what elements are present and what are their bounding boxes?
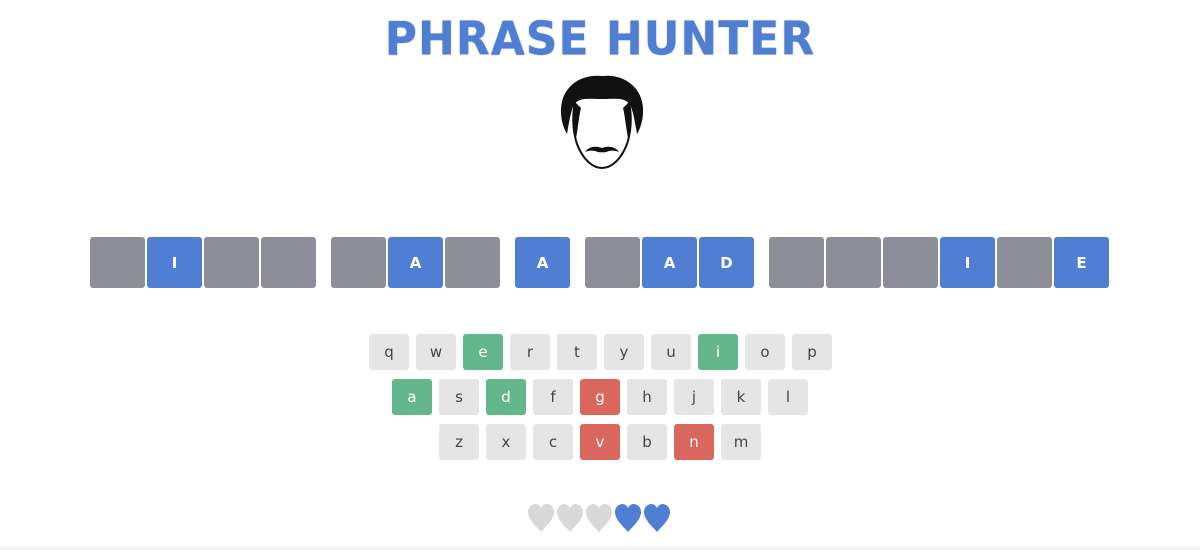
key-q[interactable]: q xyxy=(369,334,409,370)
heart-lost-icon xyxy=(527,503,555,533)
phrase-letter-tile xyxy=(204,237,259,288)
phrase-letter-tile: A xyxy=(388,237,443,288)
key-o[interactable]: o xyxy=(745,334,785,370)
key-y[interactable]: y xyxy=(604,334,644,370)
phrase-letter-tile: A xyxy=(642,237,697,288)
key-k[interactable]: k xyxy=(721,379,761,415)
keyboard-row: zxcvbnm xyxy=(0,424,1200,460)
key-g[interactable]: g xyxy=(580,379,620,415)
key-h[interactable]: h xyxy=(627,379,667,415)
lives-scoreboard xyxy=(527,503,677,535)
key-r[interactable]: r xyxy=(510,334,550,370)
phrase-letter-tile xyxy=(90,237,145,288)
key-v[interactable]: v xyxy=(580,424,620,460)
key-l[interactable]: l xyxy=(768,379,808,415)
key-b[interactable]: b xyxy=(627,424,667,460)
phrase-letter-tile: I xyxy=(147,237,202,288)
key-w[interactable]: w xyxy=(416,334,456,370)
phrase-letter-tile xyxy=(997,237,1052,288)
keyboard-row: asdfghjkl xyxy=(0,379,1200,415)
key-m[interactable]: m xyxy=(721,424,761,460)
phrase-letter-tile xyxy=(585,237,640,288)
phrase-letter-tile: D xyxy=(699,237,754,288)
key-d[interactable]: d xyxy=(486,379,526,415)
key-t[interactable]: t xyxy=(557,334,597,370)
heart-icon xyxy=(643,503,671,533)
key-f[interactable]: f xyxy=(533,379,573,415)
footer-shadow xyxy=(0,544,1200,550)
heart-icon xyxy=(614,503,642,533)
key-c[interactable]: c xyxy=(533,424,573,460)
key-i[interactable]: i xyxy=(698,334,738,370)
key-u[interactable]: u xyxy=(651,334,691,370)
key-j[interactable]: j xyxy=(674,379,714,415)
game-title: PHRASE HUNTER xyxy=(384,12,816,67)
phrase-letter-tile: E xyxy=(1054,237,1109,288)
key-z[interactable]: z xyxy=(439,424,479,460)
key-n[interactable]: n xyxy=(674,424,714,460)
key-x[interactable]: x xyxy=(486,424,526,460)
phrase-board: IAAADIE xyxy=(90,237,1110,288)
heart-lost-icon xyxy=(556,503,584,533)
phrase-letter-tile xyxy=(769,237,824,288)
phrase-letter-tile: A xyxy=(515,237,570,288)
phrase-letter-tile xyxy=(883,237,938,288)
key-p[interactable]: p xyxy=(792,334,832,370)
phrase-letter-tile xyxy=(331,237,386,288)
phrase-letter-tile xyxy=(826,237,881,288)
keyboard-row: qwertyuiop xyxy=(0,334,1200,370)
key-e[interactable]: e xyxy=(463,334,503,370)
phrase-letter-tile xyxy=(261,237,316,288)
key-s[interactable]: s xyxy=(439,379,479,415)
mustache-man-icon xyxy=(557,72,647,172)
heart-lost-icon xyxy=(585,503,613,533)
phrase-letter-tile xyxy=(445,237,500,288)
key-a[interactable]: a xyxy=(392,379,432,415)
phrase-letter-tile: I xyxy=(940,237,995,288)
